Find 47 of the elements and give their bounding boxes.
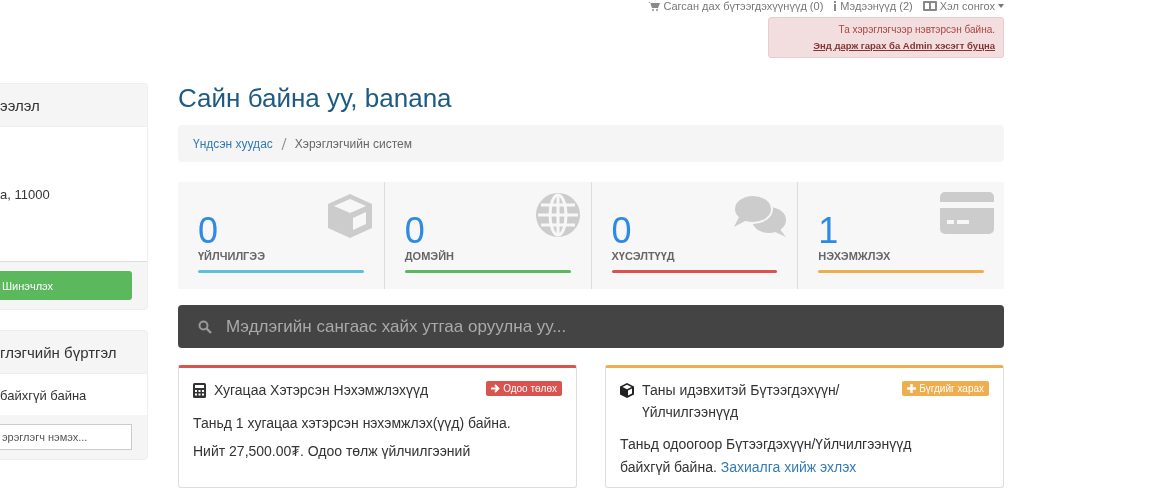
card-title: Таны идэвхитэй Бүтээгдэхүүн/ Үйлчилгээнүүд xyxy=(642,381,841,422)
card-text: байхгүй байна. xyxy=(620,459,717,475)
top-nav-link[interactable]: Мэдээнүүд (2) xyxy=(833,0,913,12)
stat-count: 0 xyxy=(611,212,633,250)
breadcrumb-link[interactable]: Үндсэн хуудас xyxy=(193,136,273,151)
language-icon xyxy=(922,1,937,11)
stat-tile[interactable]: 0 ДОМЭЙН xyxy=(383,182,591,289)
card-text: Нийт 27,500.00₮. Одоо төлж үйлчилгээний xyxy=(193,442,472,461)
top-nav-link[interactable]: Сагсан дах бүтээгдэхүүнүүд (0) xyxy=(648,0,824,12)
stat-label: ДОМЭЙН xyxy=(404,250,455,262)
stat-tile[interactable]: 0 ҮЙЛЧИЛГЭЭ xyxy=(178,182,384,289)
cube-icon xyxy=(620,383,634,398)
page-heading: Сайн байна уу, banana xyxy=(178,83,453,113)
address-text: а, 11000 xyxy=(0,186,50,202)
stat-label: ҮЙЛЧИЛГЭЭ xyxy=(198,250,266,262)
stat-count: 0 xyxy=(404,212,425,250)
globe-icon xyxy=(534,192,581,238)
plus-icon xyxy=(907,384,917,393)
arrow-right-icon xyxy=(491,384,501,393)
calculator-icon xyxy=(193,383,206,398)
stat-label: ХҮСЭЛТҮҮД xyxy=(611,250,676,262)
breadcrumb-current: Хэрэглэгчийн систем xyxy=(294,136,412,151)
panel-title: ээлэл xyxy=(0,96,40,114)
stat-count: 0 xyxy=(198,212,219,250)
stat-tile[interactable]: 0 ХҮСЭЛТҮҮД xyxy=(590,182,798,289)
update-button[interactable]: Шинэчлэх xyxy=(0,271,132,300)
credit-card-icon xyxy=(940,192,994,234)
stat-tile[interactable]: 1 НЭХЭМЖЛЭХ xyxy=(797,182,1004,289)
card-text: Таньд одоогоор Бүтээгдэхүүн/Үйлчилгээнүүд xyxy=(620,435,913,454)
start-order-link[interactable]: Захиалга хийж эхлэх xyxy=(720,459,857,475)
card-title: Хугацаа Хэтэрсэн Нэхэмжлэхүүд xyxy=(214,381,429,400)
box-icon xyxy=(325,192,374,240)
stat-label: НЭХЭМЖЛЭХ xyxy=(818,250,892,262)
contact-select-field[interactable]: эрэглэгч нэмэх... xyxy=(0,424,132,450)
notice-text: Та хэрэглэгчээр нэвтэрсэн байна. xyxy=(838,24,995,35)
admin-return-link[interactable]: Энд дарж гарах ба Admin хэсэгт буцна xyxy=(813,40,995,51)
breadcrumb-separator-icon xyxy=(280,137,287,150)
empty-text: байхгүй байна xyxy=(0,388,87,403)
stat-count: 1 xyxy=(818,212,840,250)
caret-icon xyxy=(998,4,1004,8)
info-icon xyxy=(833,1,838,11)
top-nav-link[interactable]: Хэл сонгох xyxy=(922,0,1004,12)
card-text: Таньд 1 хугацаа хэтэрсэн нэхэмжлэх(үүд) байна. xyxy=(193,414,512,433)
card-action-button[interactable]: Одоо төлөх xyxy=(486,381,562,396)
cart-icon xyxy=(648,1,661,11)
panel-title: глэгчийн бүртгэл xyxy=(0,343,117,361)
knowledgebase-search-field[interactable]: Мэдлэгийн сангаас хайх утгаа оруулна уу... xyxy=(178,305,1004,348)
